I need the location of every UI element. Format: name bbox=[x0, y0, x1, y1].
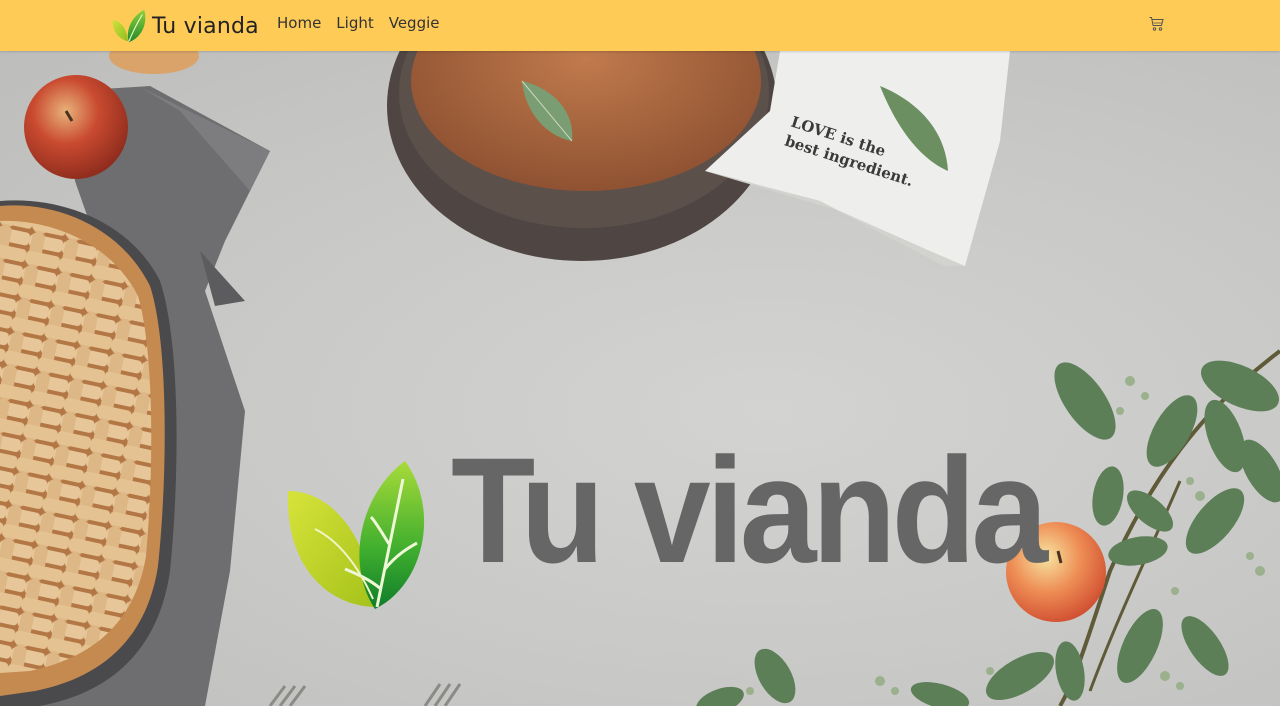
hero-logo: Tu vianda bbox=[285, 435, 1048, 609]
nav-link-light[interactable]: Light bbox=[336, 14, 373, 32]
nav-link-home[interactable]: Home bbox=[277, 14, 321, 32]
cart-button[interactable] bbox=[1149, 16, 1167, 34]
nav-link-veggie[interactable]: Veggie bbox=[389, 14, 440, 32]
nav-links: Home Light Veggie bbox=[277, 14, 440, 32]
cart-icon bbox=[1149, 17, 1164, 31]
hero-banner: LOVE is the best ingredient. Tu vianda bbox=[0, 51, 1280, 706]
hero-title: Tu vianda bbox=[451, 426, 1048, 594]
leaf-logo-icon bbox=[112, 9, 146, 43]
brand-name: Tu vianda bbox=[152, 13, 259, 39]
navbar: Tu vianda Home Light Veggie bbox=[0, 0, 1280, 51]
leaf-logo-large-icon bbox=[287, 461, 425, 609]
brand-link[interactable]: Tu vianda bbox=[110, 6, 259, 46]
